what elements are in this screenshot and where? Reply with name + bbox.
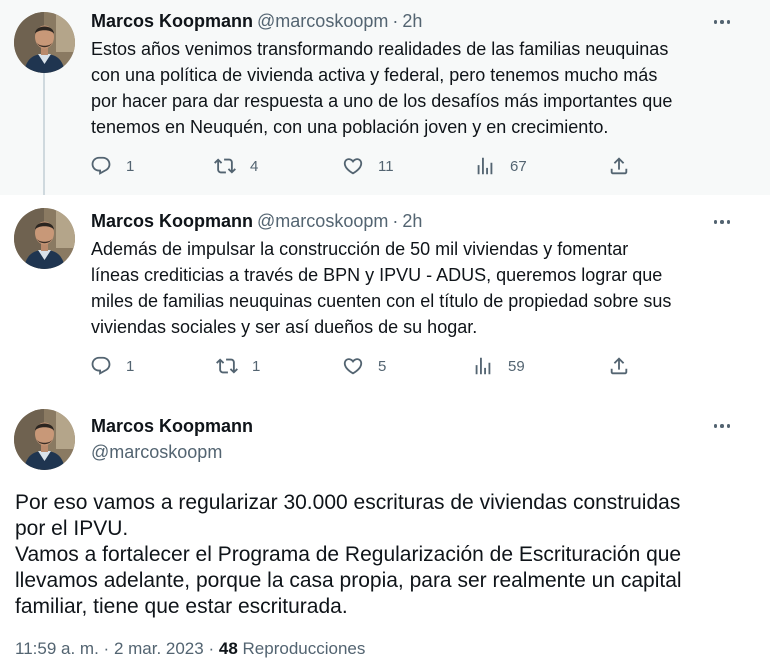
author-handle[interactable]: @marcoskoopm <box>257 211 388 231</box>
reply-icon <box>90 355 112 377</box>
more-icon[interactable] <box>711 415 733 437</box>
separator: · <box>103 639 110 658</box>
views-chart-icon <box>472 355 494 377</box>
avatar-photo <box>14 208 75 269</box>
tweet-1[interactable]: Marcos Koopmann @marcoskoopm · 2h Estos año… <box>0 0 770 208</box>
tweet-date[interactable]: 2 mar. 2023 <box>114 639 204 658</box>
reply-count: 1 <box>126 357 135 375</box>
avatar-photo <box>14 409 75 470</box>
views-button[interactable]: 67 <box>474 155 527 177</box>
author-handle[interactable]: @marcoskoopm <box>91 441 222 463</box>
tweet-time[interactable]: 11:59 a. m. <box>15 639 99 658</box>
separator: · <box>392 211 399 231</box>
main-tweet: Marcos Koopmann @marcoskoopm Por eso vam… <box>0 395 770 663</box>
tweet-text: Además de impulsar la construcción de 50… <box>91 239 672 337</box>
retweet-icon <box>214 155 236 177</box>
avatar-photo <box>14 12 75 73</box>
separator: · <box>208 639 215 658</box>
share-button[interactable] <box>608 355 630 377</box>
views-label: Reproducciones <box>242 639 366 658</box>
share-icon <box>608 155 630 177</box>
avatar[interactable] <box>14 12 75 73</box>
avatar[interactable] <box>14 208 75 269</box>
views-count: 67 <box>510 157 527 175</box>
tweet-header: Marcos Koopmann @marcoskoopm · 2h <box>91 210 422 232</box>
reply-count: 1 <box>126 157 135 175</box>
tweet-2[interactable]: Marcos Koopmann @marcoskoopm · 2h Además de… <box>0 195 770 395</box>
tweet-text: Estos años venimos transformando realida… <box>91 39 673 137</box>
author-handle[interactable]: @marcoskoopm <box>257 11 388 31</box>
author-name[interactable]: Marcos Koopmann <box>91 11 253 31</box>
thread-line <box>43 73 45 208</box>
reply-icon <box>90 155 112 177</box>
like-count: 11 <box>378 157 394 175</box>
retweet-icon <box>216 355 238 377</box>
tweet-actions: 1 1 5 59 <box>90 355 650 379</box>
more-icon[interactable] <box>711 211 733 233</box>
retweet-count: 4 <box>250 157 259 175</box>
views-chart-icon <box>474 155 496 177</box>
more-icon[interactable] <box>711 11 733 33</box>
like-button[interactable]: 5 <box>342 355 386 377</box>
retweet-count: 1 <box>252 357 261 375</box>
views-count: 59 <box>508 357 525 375</box>
like-count: 5 <box>378 357 387 375</box>
views-count: 48 <box>218 639 238 658</box>
retweet-button[interactable]: 1 <box>216 355 260 377</box>
tweet-meta: 11:59 a. m. · 2 mar. 2023 · 48 Reproducc… <box>15 639 365 659</box>
share-icon <box>608 355 630 377</box>
tweet-header: Marcos Koopmann @marcoskoopm · 2h <box>91 10 422 32</box>
tweet-text: Por eso vamos a regularizar 30.000 escri… <box>15 491 682 618</box>
retweet-button[interactable]: 4 <box>214 155 258 177</box>
views-button[interactable]: 59 <box>472 355 525 377</box>
author-name[interactable]: Marcos Koopmann <box>91 415 253 437</box>
tweet-actions: 1 4 11 67 <box>90 155 650 179</box>
heart-icon <box>342 155 364 177</box>
reply-button[interactable]: 1 <box>90 355 134 377</box>
separator: · <box>392 11 399 31</box>
tweet-time[interactable]: 2h <box>402 11 422 31</box>
author-name[interactable]: Marcos Koopmann <box>91 211 253 231</box>
share-button[interactable] <box>608 155 630 177</box>
reply-button[interactable]: 1 <box>90 155 134 177</box>
heart-icon <box>342 355 364 377</box>
like-button[interactable]: 11 <box>342 155 394 177</box>
tweet-time[interactable]: 2h <box>402 211 422 231</box>
avatar[interactable] <box>14 409 75 470</box>
